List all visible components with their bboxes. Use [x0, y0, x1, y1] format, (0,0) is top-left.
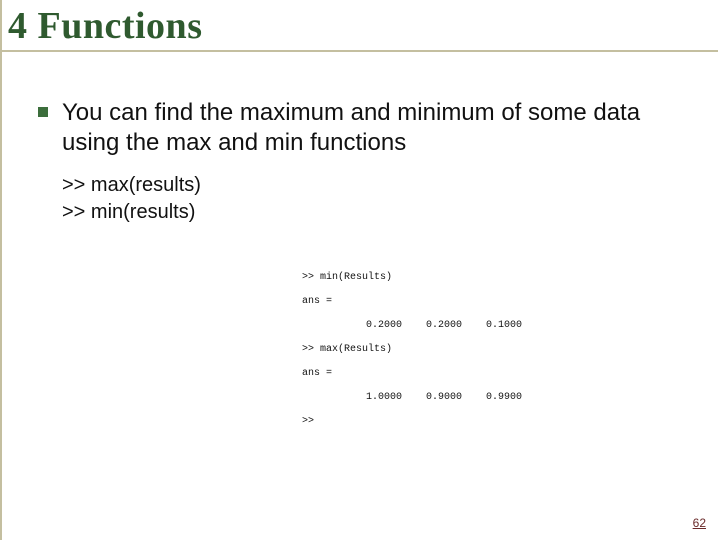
slide-title: 4 Functions: [8, 4, 718, 48]
code-line-1: >> max(results): [62, 172, 684, 199]
square-bullet-icon: [38, 107, 48, 117]
example-code: >> max(results) >> min(results): [62, 172, 684, 226]
console-ans-label-2: ans =: [302, 366, 602, 382]
code-line-2: >> min(results): [62, 199, 684, 226]
bullet-item: You can find the maximum and minimum of …: [38, 98, 684, 158]
page-number: 62: [693, 516, 706, 530]
matlab-console: >> min(Results) ans = 0.2000 0.2000 0.10…: [302, 270, 602, 430]
console-cmd-max: >> max(Results): [302, 342, 602, 358]
console-cmd-min: >> min(Results): [302, 270, 602, 286]
console-prompt: >>: [302, 414, 602, 430]
slide-body: You can find the maximum and minimum of …: [2, 52, 720, 226]
console-max-values: 1.0000 0.9000 0.9900: [302, 390, 602, 406]
title-bar: 4 Functions: [2, 0, 718, 52]
console-min-values: 0.2000 0.2000 0.1000: [302, 318, 602, 334]
console-ans-label-1: ans =: [302, 294, 602, 310]
slide: 4 Functions You can find the maximum and…: [0, 0, 720, 540]
bullet-text: You can find the maximum and minimum of …: [62, 98, 684, 158]
